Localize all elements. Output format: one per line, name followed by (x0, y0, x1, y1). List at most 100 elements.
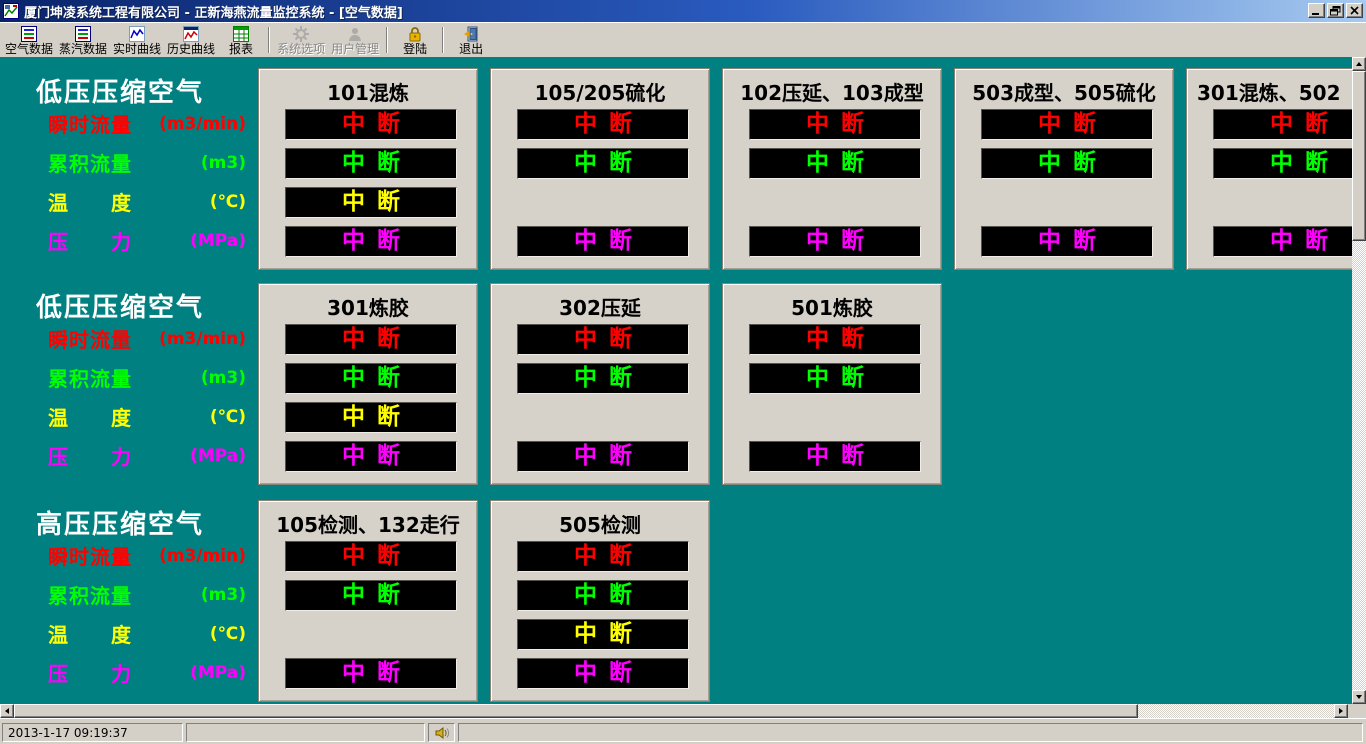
restore-button[interactable] (1327, 3, 1344, 18)
horizontal-scroll-thumb[interactable] (14, 704, 1138, 718)
group-label: 高压压缩空气 (36, 504, 204, 541)
pressure-display: 中断 (517, 441, 689, 472)
steam-data-icon (75, 26, 91, 42)
total-flow-display: 中断 (285, 148, 457, 179)
horizontal-scrollbar[interactable] (0, 704, 1348, 718)
minimize-button[interactable] (1308, 3, 1325, 18)
app-icon[interactable] (3, 3, 19, 19)
temperature-display: 中断 (285, 187, 457, 218)
pressure-display: 中断 (1213, 226, 1366, 257)
panel-title: 105/205硫化 (491, 77, 709, 106)
total-flow-display: 中断 (285, 363, 457, 394)
total-flow-display: 中断 (749, 363, 921, 394)
flow-display: 中断 (517, 541, 689, 572)
group-high-pressure: 高压压缩空气 瞬时流量(m3/min) 累积流量(m3) 温 度(℃) 压 力(… (0, 500, 1366, 702)
report-button[interactable]: 报表 (218, 24, 264, 57)
pressure-display: 中断 (285, 658, 457, 689)
total-flow-display: 中断 (517, 580, 689, 611)
legend-temperature: 温 度(℃) (48, 401, 246, 432)
status-panel-message (458, 723, 1363, 742)
pressure-display: 中断 (517, 226, 689, 257)
legend-total-flow: 累积流量(m3) (48, 362, 246, 393)
total-flow-display: 中断 (517, 148, 689, 179)
panel-title: 302压延 (491, 292, 709, 321)
panel-title: 102压延、103成型 (723, 77, 941, 106)
panel-title: 301混炼、502 (1187, 77, 1366, 106)
status-sound-panel (428, 723, 455, 742)
air-data-icon (21, 26, 37, 42)
temperature-display: 中断 (285, 402, 457, 433)
device-panel: 105检测、132走行 中断 中断 中断 (258, 500, 478, 702)
group-low-pressure-1: 低压压缩空气 瞬时流量(m3/min) 累积流量(m3) 温 度(℃) 压 力(… (0, 68, 1366, 270)
pressure-display: 中断 (285, 441, 457, 472)
legend-flow: 瞬时流量(m3/min) (48, 108, 246, 139)
scroll-down-button[interactable] (1352, 690, 1366, 704)
toolbar-separator (442, 27, 444, 53)
panel-title: 505检测 (491, 509, 709, 538)
datetime-text: 2013-1-17 09:19:37 (8, 726, 128, 740)
flow-display: 中断 (517, 109, 689, 140)
legend-pressure: 压 力(MPa) (48, 657, 246, 688)
system-options-button: 系统选项 (274, 24, 328, 57)
legend-flow: 瞬时流量(m3/min) (48, 540, 246, 571)
pressure-display: 中断 (517, 658, 689, 689)
pressure-display: 中断 (749, 226, 921, 257)
device-panel-clipped: 301混炼、502 中断 中断 中断 (1186, 68, 1366, 270)
status-panel-empty (186, 723, 425, 742)
total-flow-display: 中断 (285, 580, 457, 611)
title-bar: 厦门坤凌系统工程有限公司 - 正新海燕流量监控系统 - [空气数据] (0, 0, 1366, 22)
legend-temperature: 温 度(℃) (48, 618, 246, 649)
status-bar: 2013-1-17 09:19:37 (0, 718, 1366, 744)
total-flow-display: 中断 (981, 148, 1153, 179)
air-data-view: 低压压缩空气 瞬时流量(m3/min) 累积流量(m3) 温 度(℃) 压 力(… (0, 57, 1366, 704)
toolbar-separator (386, 27, 388, 53)
close-button[interactable] (1346, 3, 1363, 18)
group-label: 低压压缩空气 (36, 72, 204, 109)
legend-flow: 瞬时流量(m3/min) (48, 323, 246, 354)
vertical-scrollbar[interactable] (1352, 57, 1366, 704)
legend-temperature: 温 度(℃) (48, 186, 246, 217)
toolbar-separator (268, 27, 270, 53)
flow-display: 中断 (1213, 109, 1366, 140)
scroll-up-button[interactable] (1352, 57, 1366, 71)
scroll-left-button[interactable] (0, 704, 14, 718)
pressure-display: 中断 (285, 226, 457, 257)
panel-title: 101混炼 (259, 77, 477, 106)
vertical-scroll-thumb[interactable] (1352, 71, 1366, 241)
steam-data-button[interactable]: 蒸汽数据 (56, 24, 110, 57)
realtime-curve-button[interactable]: 实时曲线 (110, 24, 164, 57)
air-data-button[interactable]: 空气数据 (2, 24, 56, 57)
device-panel: 101混炼 中断 中断 中断 中断 (258, 68, 478, 270)
history-curve-button[interactable]: 历史曲线 (164, 24, 218, 57)
device-panel: 505检测 中断 中断 中断 中断 (490, 500, 710, 702)
panel-title: 105检测、132走行 (259, 509, 477, 538)
total-flow-display: 中断 (1213, 148, 1366, 179)
panel-title: 301炼胶 (259, 292, 477, 321)
temperature-display: 中断 (517, 619, 689, 650)
device-panel: 503成型、505硫化 中断 中断 中断 (954, 68, 1174, 270)
window-controls (1306, 3, 1363, 18)
scroll-right-button[interactable] (1334, 704, 1348, 718)
device-panel: 105/205硫化 中断 中断 中断 (490, 68, 710, 270)
gear-icon (293, 26, 309, 42)
exit-button[interactable]: 退出 (448, 24, 494, 57)
legend-pressure: 压 力(MPa) (48, 440, 246, 471)
exit-door-icon (463, 26, 479, 42)
flow-display: 中断 (517, 324, 689, 355)
group-label: 低压压缩空气 (36, 287, 204, 324)
login-button[interactable]: 登陆 (392, 24, 438, 57)
flow-display: 中断 (749, 109, 921, 140)
flow-display: 中断 (285, 109, 457, 140)
realtime-curve-icon (129, 26, 145, 42)
device-panel: 501炼胶 中断 中断 中断 (722, 283, 942, 485)
flow-display: 中断 (285, 541, 457, 572)
device-panel: 302压延 中断 中断 中断 (490, 283, 710, 485)
total-flow-display: 中断 (749, 148, 921, 179)
flow-display: 中断 (981, 109, 1153, 140)
total-flow-display: 中断 (517, 363, 689, 394)
scrollbar-corner (1348, 704, 1366, 718)
device-panel: 102压延、103成型 中断 中断 中断 (722, 68, 942, 270)
window-title: 厦门坤凌系统工程有限公司 - 正新海燕流量监控系统 - [空气数据] (24, 2, 403, 21)
speaker-icon[interactable] (434, 725, 450, 741)
panel-title: 503成型、505硫化 (955, 77, 1173, 106)
